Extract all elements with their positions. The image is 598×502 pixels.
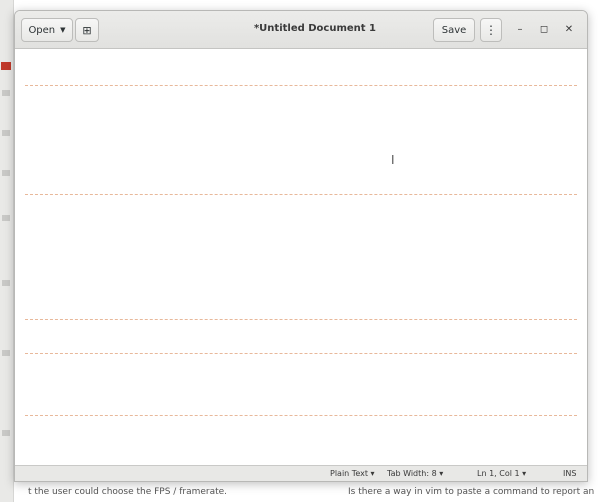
chevron-down-icon: ▾: [370, 469, 375, 478]
new-document-icon: ⊞: [82, 23, 92, 37]
background-mark: [2, 430, 10, 436]
open-button-label: Open: [28, 24, 56, 36]
language-selector[interactable]: Plain Text ▾: [330, 469, 375, 478]
background-text-right: Is there a way in vim to paste a command…: [348, 487, 594, 497]
background-mark: [2, 170, 10, 176]
hamburger-menu-icon: ⋮: [485, 23, 497, 37]
insert-mode-indicator[interactable]: INS: [563, 469, 576, 478]
editor-guide-line: [25, 85, 577, 86]
tab-width-selector[interactable]: Tab Width: 8 ▾: [387, 469, 443, 478]
open-button[interactable]: Open ▼: [21, 18, 73, 42]
chevron-down-icon: ▼: [60, 26, 66, 34]
mouse-ibeam-cursor: I: [391, 153, 395, 167]
background-red-mark: [1, 62, 11, 70]
cursor-position-selector[interactable]: Ln 1, Col 1 ▾: [477, 469, 526, 478]
editor-guide-line: [25, 194, 577, 195]
text-editor-area[interactable]: I: [15, 49, 587, 467]
statusbar: Plain Text ▾ Tab Width: 8 ▾ Ln 1, Col 1 …: [15, 465, 587, 481]
language-label: Plain Text: [330, 469, 368, 478]
background-text-left: t the user could choose the FPS / framer…: [28, 487, 228, 497]
editor-guide-line: [25, 319, 577, 320]
maximize-icon: ◻: [539, 24, 549, 35]
minimize-icon: –: [517, 24, 523, 35]
background-mark: [2, 280, 10, 286]
background-window-edge: [0, 0, 14, 502]
chevron-down-icon: ▾: [522, 469, 527, 478]
cursor-position-label: Ln 1, Col 1: [477, 469, 520, 478]
background-mark: [2, 90, 10, 96]
editor-guide-line: [25, 415, 577, 416]
menu-button[interactable]: ⋮: [480, 18, 502, 42]
maximize-button[interactable]: ◻: [536, 22, 552, 38]
save-button[interactable]: Save: [433, 18, 475, 42]
chevron-down-icon: ▾: [439, 469, 444, 478]
text-editor-window: Open ▼ ⊞ *Untitled Document 1 Save ⋮ – ◻…: [14, 10, 588, 482]
background-mark: [2, 350, 10, 356]
tab-width-label: Tab Width: 8: [387, 469, 437, 478]
background-mark: [2, 215, 10, 221]
close-button[interactable]: ✕: [561, 22, 577, 38]
window-title: *Untitled Document 1: [253, 23, 377, 34]
close-icon: ✕: [564, 24, 574, 35]
headerbar: Open ▼ ⊞ *Untitled Document 1 Save ⋮ – ◻…: [15, 11, 587, 49]
new-document-button[interactable]: ⊞: [75, 18, 99, 42]
minimize-button[interactable]: –: [512, 22, 528, 38]
background-mark: [2, 130, 10, 136]
editor-guide-line: [25, 353, 577, 354]
